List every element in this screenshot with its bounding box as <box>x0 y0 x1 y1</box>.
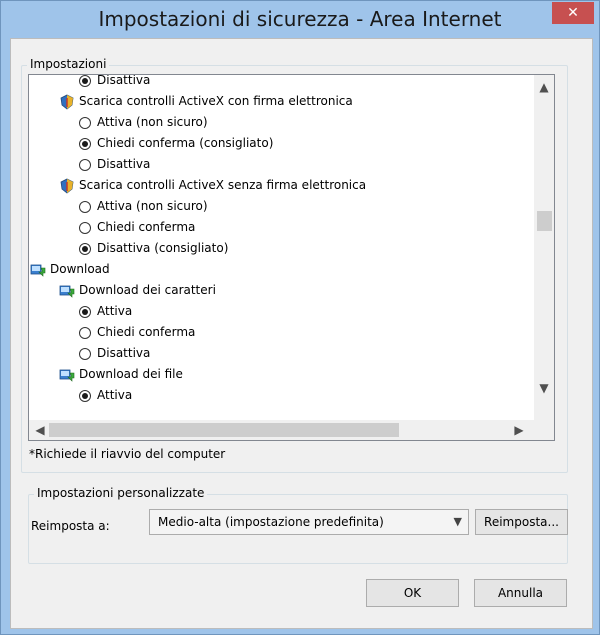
window-title: Impostazioni di sicurezza - Area Interne… <box>98 7 502 31</box>
setting-category: Download dei caratteri <box>59 280 216 300</box>
setting-label: Disattiva <box>97 157 151 171</box>
radio-checked-icon[interactable] <box>79 389 91 402</box>
setting-label: Disattiva <box>97 346 151 360</box>
ok-button[interactable]: OK <box>366 579 459 607</box>
vertical-scrollbar[interactable]: ▲ ▼ <box>534 75 554 420</box>
shield-icon <box>60 94 74 110</box>
setting-category: Download dei file <box>59 364 183 384</box>
cancel-button[interactable]: Annulla <box>474 579 567 607</box>
setting-label: Disattiva <box>97 75 151 87</box>
custom-settings-group-label: Impostazioni personalizzate <box>34 486 208 500</box>
radio-unchecked-icon[interactable] <box>79 221 91 234</box>
radio-unchecked-icon[interactable] <box>79 326 91 339</box>
setting-option[interactable]: Chiedi conferma (consigliato) <box>79 133 273 153</box>
setting-category: Scarica controlli ActiveX con firma elet… <box>59 91 353 111</box>
settings-group-label: Impostazioni <box>27 57 110 71</box>
setting-option[interactable]: Chiedi conferma <box>79 217 195 237</box>
scroll-down-icon[interactable]: ▼ <box>536 381 552 395</box>
vertical-scroll-thumb[interactable] <box>537 211 552 231</box>
setting-option[interactable]: Attiva (non sicuro) <box>79 112 208 132</box>
settings-tree: Disattiva Scarica controlli ActiveX con f… <box>29 75 534 420</box>
setting-label: Attiva (non sicuro) <box>97 115 208 129</box>
setting-label: Scarica controlli ActiveX senza firma el… <box>79 178 367 192</box>
radio-unchecked-icon[interactable] <box>79 347 91 360</box>
setting-label: Download dei caratteri <box>79 283 216 297</box>
close-button[interactable]: ✕ <box>552 2 594 24</box>
radio-unchecked-icon[interactable] <box>79 200 91 213</box>
chevron-down-icon: ▼ <box>453 515 462 528</box>
dialog-client-area: Impostazioni Disattiva Scarica controlli … <box>10 38 593 629</box>
horizontal-scrollbar[interactable]: ◀ ▶ <box>29 420 534 440</box>
reset-level-select[interactable]: Medio-alta (impostazione predefinita) ▼ <box>149 509 469 535</box>
setting-label: Disattiva (consigliato) <box>97 241 229 255</box>
settings-listbox[interactable]: Disattiva Scarica controlli ActiveX con f… <box>28 74 555 441</box>
download-icon <box>30 264 46 277</box>
radio-checked-icon[interactable] <box>79 137 91 150</box>
download-icon <box>59 285 75 298</box>
scroll-right-icon[interactable]: ▶ <box>511 423 527 437</box>
setting-option[interactable]: Disattiva <box>79 343 150 363</box>
setting-option[interactable]: Disattiva (consigliato) <box>79 238 228 258</box>
radio-unchecked-icon[interactable] <box>79 116 91 129</box>
reset-to-label: Reimposta a: <box>31 519 110 533</box>
setting-option[interactable]: Chiedi conferma <box>79 322 195 342</box>
setting-label: Scarica controlli ActiveX con firma elet… <box>79 94 353 108</box>
radio-checked-icon[interactable] <box>79 75 91 87</box>
reset-level-value: Medio-alta (impostazione predefinita) <box>158 515 384 529</box>
title-bar[interactable]: Impostazioni di sicurezza - Area Interne… <box>1 1 599 37</box>
setting-label: Attiva <box>97 304 133 318</box>
setting-label: Chiedi conferma (consigliato) <box>97 136 274 150</box>
setting-label: Attiva <box>97 388 133 402</box>
setting-option[interactable]: Attiva (non sicuro) <box>79 196 208 216</box>
scroll-up-icon[interactable]: ▲ <box>536 80 552 94</box>
setting-option[interactable]: Attiva <box>79 301 132 321</box>
setting-option[interactable]: Disattiva <box>79 154 150 174</box>
setting-option[interactable]: Attiva <box>79 385 132 405</box>
radio-checked-icon[interactable] <box>79 305 91 318</box>
setting-option[interactable]: Disattiva <box>79 75 150 90</box>
horizontal-scroll-thumb[interactable] <box>49 423 399 437</box>
scroll-left-icon[interactable]: ◀ <box>32 423 48 437</box>
setting-category: Scarica controlli ActiveX senza firma el… <box>59 175 366 195</box>
setting-category: Download <box>30 259 110 279</box>
setting-label: Chiedi conferma <box>97 220 196 234</box>
setting-label: Download dei file <box>79 367 183 381</box>
setting-label: Attiva (non sicuro) <box>97 199 208 213</box>
download-icon <box>59 369 75 382</box>
scrollbar-corner <box>534 420 554 440</box>
shield-icon <box>60 178 74 194</box>
setting-label: Chiedi conferma <box>97 325 196 339</box>
reset-button[interactable]: Reimposta... <box>475 509 568 535</box>
radio-checked-icon[interactable] <box>79 242 91 255</box>
radio-unchecked-icon[interactable] <box>79 158 91 171</box>
dialog-window: Impostazioni di sicurezza - Area Interne… <box>0 0 600 635</box>
restart-note: *Richiede il riavvio del computer <box>29 447 226 461</box>
setting-label: Download <box>50 262 110 276</box>
close-icon: ✕ <box>567 5 579 21</box>
